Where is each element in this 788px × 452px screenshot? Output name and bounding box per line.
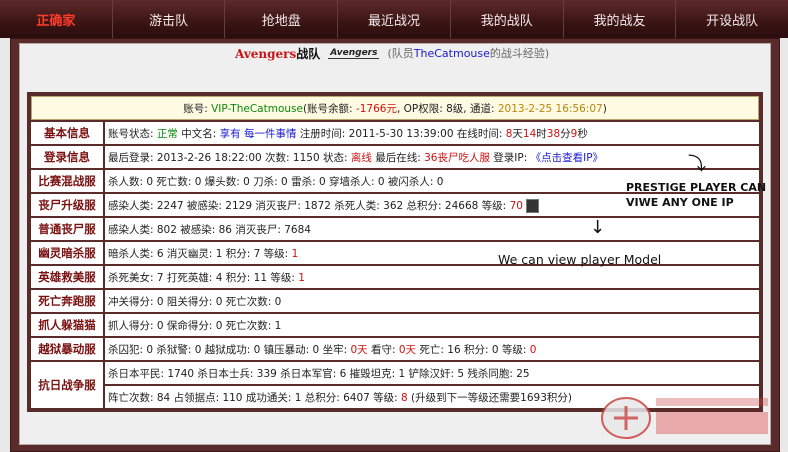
view-ip-link[interactable]: 《点击查看IP》 bbox=[531, 152, 603, 164]
row-label-cat: 抓人躲猫猫 bbox=[31, 314, 103, 336]
table-row: 普通丧尸服 感染人类: 802 被感染: 86 消灭丧尸: 7684 bbox=[31, 218, 759, 240]
row-label-mix: 比赛混战服 bbox=[31, 170, 103, 192]
nav-item-my-team[interactable]: 我的战队 bbox=[451, 0, 564, 38]
jail-stats: 杀囚犯: 0 杀狱警: 0 越狱成功: 0 镇压暴动: 0 坐牢: 0天 看守:… bbox=[105, 338, 759, 360]
row-label-war: 抗日战争服 bbox=[31, 362, 103, 408]
nav-item-territory[interactable]: 抢地盘 bbox=[225, 0, 339, 38]
team-title: Avengers战队 bbox=[235, 46, 321, 61]
team-header: Avengers战队 Avengers (队员TheCatmouse的战斗经验) bbox=[235, 44, 549, 62]
hero-stats: 杀死美女: 7 打死英雄: 4 积分: 11 等级: 1 bbox=[105, 266, 759, 288]
table-row: 英雄救美服 杀死美女: 7 打死英雄: 4 积分: 11 等级: 1 bbox=[31, 266, 759, 288]
row-label-basic: 基本信息 bbox=[31, 122, 103, 144]
top-nav: 正确家 游击队 抢地盘 最近战况 我的战队 我的战友 开设战队 bbox=[0, 0, 788, 38]
player-model-icon[interactable] bbox=[525, 198, 539, 213]
login-info: 最后登录: 2013-2-26 18:22:00 次数: 1150 状态: 离线… bbox=[105, 146, 759, 168]
nav-item-create-team[interactable]: 开设战队 bbox=[676, 0, 788, 38]
watermark-logo-icon bbox=[601, 397, 768, 439]
nav-brand[interactable]: 正确家 bbox=[0, 0, 113, 38]
row-label-death: 死亡奔跑服 bbox=[31, 290, 103, 312]
member-name: TheCatmouse bbox=[413, 47, 490, 60]
arrow-down-icon: ↓ bbox=[590, 217, 606, 238]
table-row: 登录信息 最后登录: 2013-2-26 18:22:00 次数: 1150 状… bbox=[31, 146, 759, 168]
table-row: 基本信息 账号状态: 正常 中文名: 享有 每一件事情 注册时间: 2011-5… bbox=[31, 122, 759, 144]
table-row: 越狱暴动服 杀囚犯: 0 杀狱警: 0 越狱成功: 0 镇压暴动: 0 坐牢: … bbox=[31, 338, 759, 360]
zombie-stats: 感染人类: 802 被感染: 86 消灭丧尸: 7684 bbox=[105, 218, 759, 240]
team-logo-icon: Avengers bbox=[328, 47, 380, 59]
basic-info: 账号状态: 正常 中文名: 享有 每一件事情 注册时间: 2011-5-30 1… bbox=[105, 122, 759, 144]
table-row: 死亡奔跑服 冲关得分: 0 阻关得分: 0 死亡次数: 0 bbox=[31, 290, 759, 312]
prestige-annotation-line2: VIWE ANY ONE IP bbox=[626, 196, 734, 209]
cat-stats: 抓人得分: 0 保命得分: 0 死亡次数: 1 bbox=[105, 314, 759, 336]
table-row: 抓人躲猫猫 抓人得分: 0 保命得分: 0 死亡次数: 1 bbox=[31, 314, 759, 336]
prestige-annotation-line1: PRESTIGE PLAYER CAN bbox=[626, 181, 767, 194]
row-label-zombie: 普通丧尸服 bbox=[31, 218, 103, 240]
war-stats-line1: 杀日本平民: 1740 杀日本士兵: 339 杀日本军官: 6 摧毁坦克: 1 … bbox=[105, 362, 759, 384]
arrow-icon: ⤵ bbox=[688, 154, 706, 175]
row-label-jail: 越狱暴动服 bbox=[31, 338, 103, 360]
nav-item-guerrilla[interactable]: 游击队 bbox=[113, 0, 226, 38]
table-row: 抗日战争服 杀日本平民: 1740 杀日本士兵: 339 杀日本军官: 6 摧毁… bbox=[31, 362, 759, 408]
team-subtitle: (队员TheCatmouse的战斗经验) bbox=[387, 47, 550, 60]
model-annotation: We can view player Model bbox=[498, 252, 662, 267]
death-stats: 冲关得分: 0 阻关得分: 0 死亡次数: 0 bbox=[105, 290, 759, 312]
account-header: 账号: VIP-TheCatmouse(账号余额: -1766元, OP权限: … bbox=[31, 96, 759, 120]
row-label-login: 登录信息 bbox=[31, 146, 103, 168]
row-label-zombie-up: 丧尸升级服 bbox=[31, 194, 103, 216]
row-label-ghost: 幽灵暗杀服 bbox=[31, 242, 103, 264]
nav-item-recent-battles[interactable]: 最近战况 bbox=[338, 0, 451, 38]
row-label-hero: 英雄救美服 bbox=[31, 266, 103, 288]
nav-item-my-comrades[interactable]: 我的战友 bbox=[564, 0, 677, 38]
